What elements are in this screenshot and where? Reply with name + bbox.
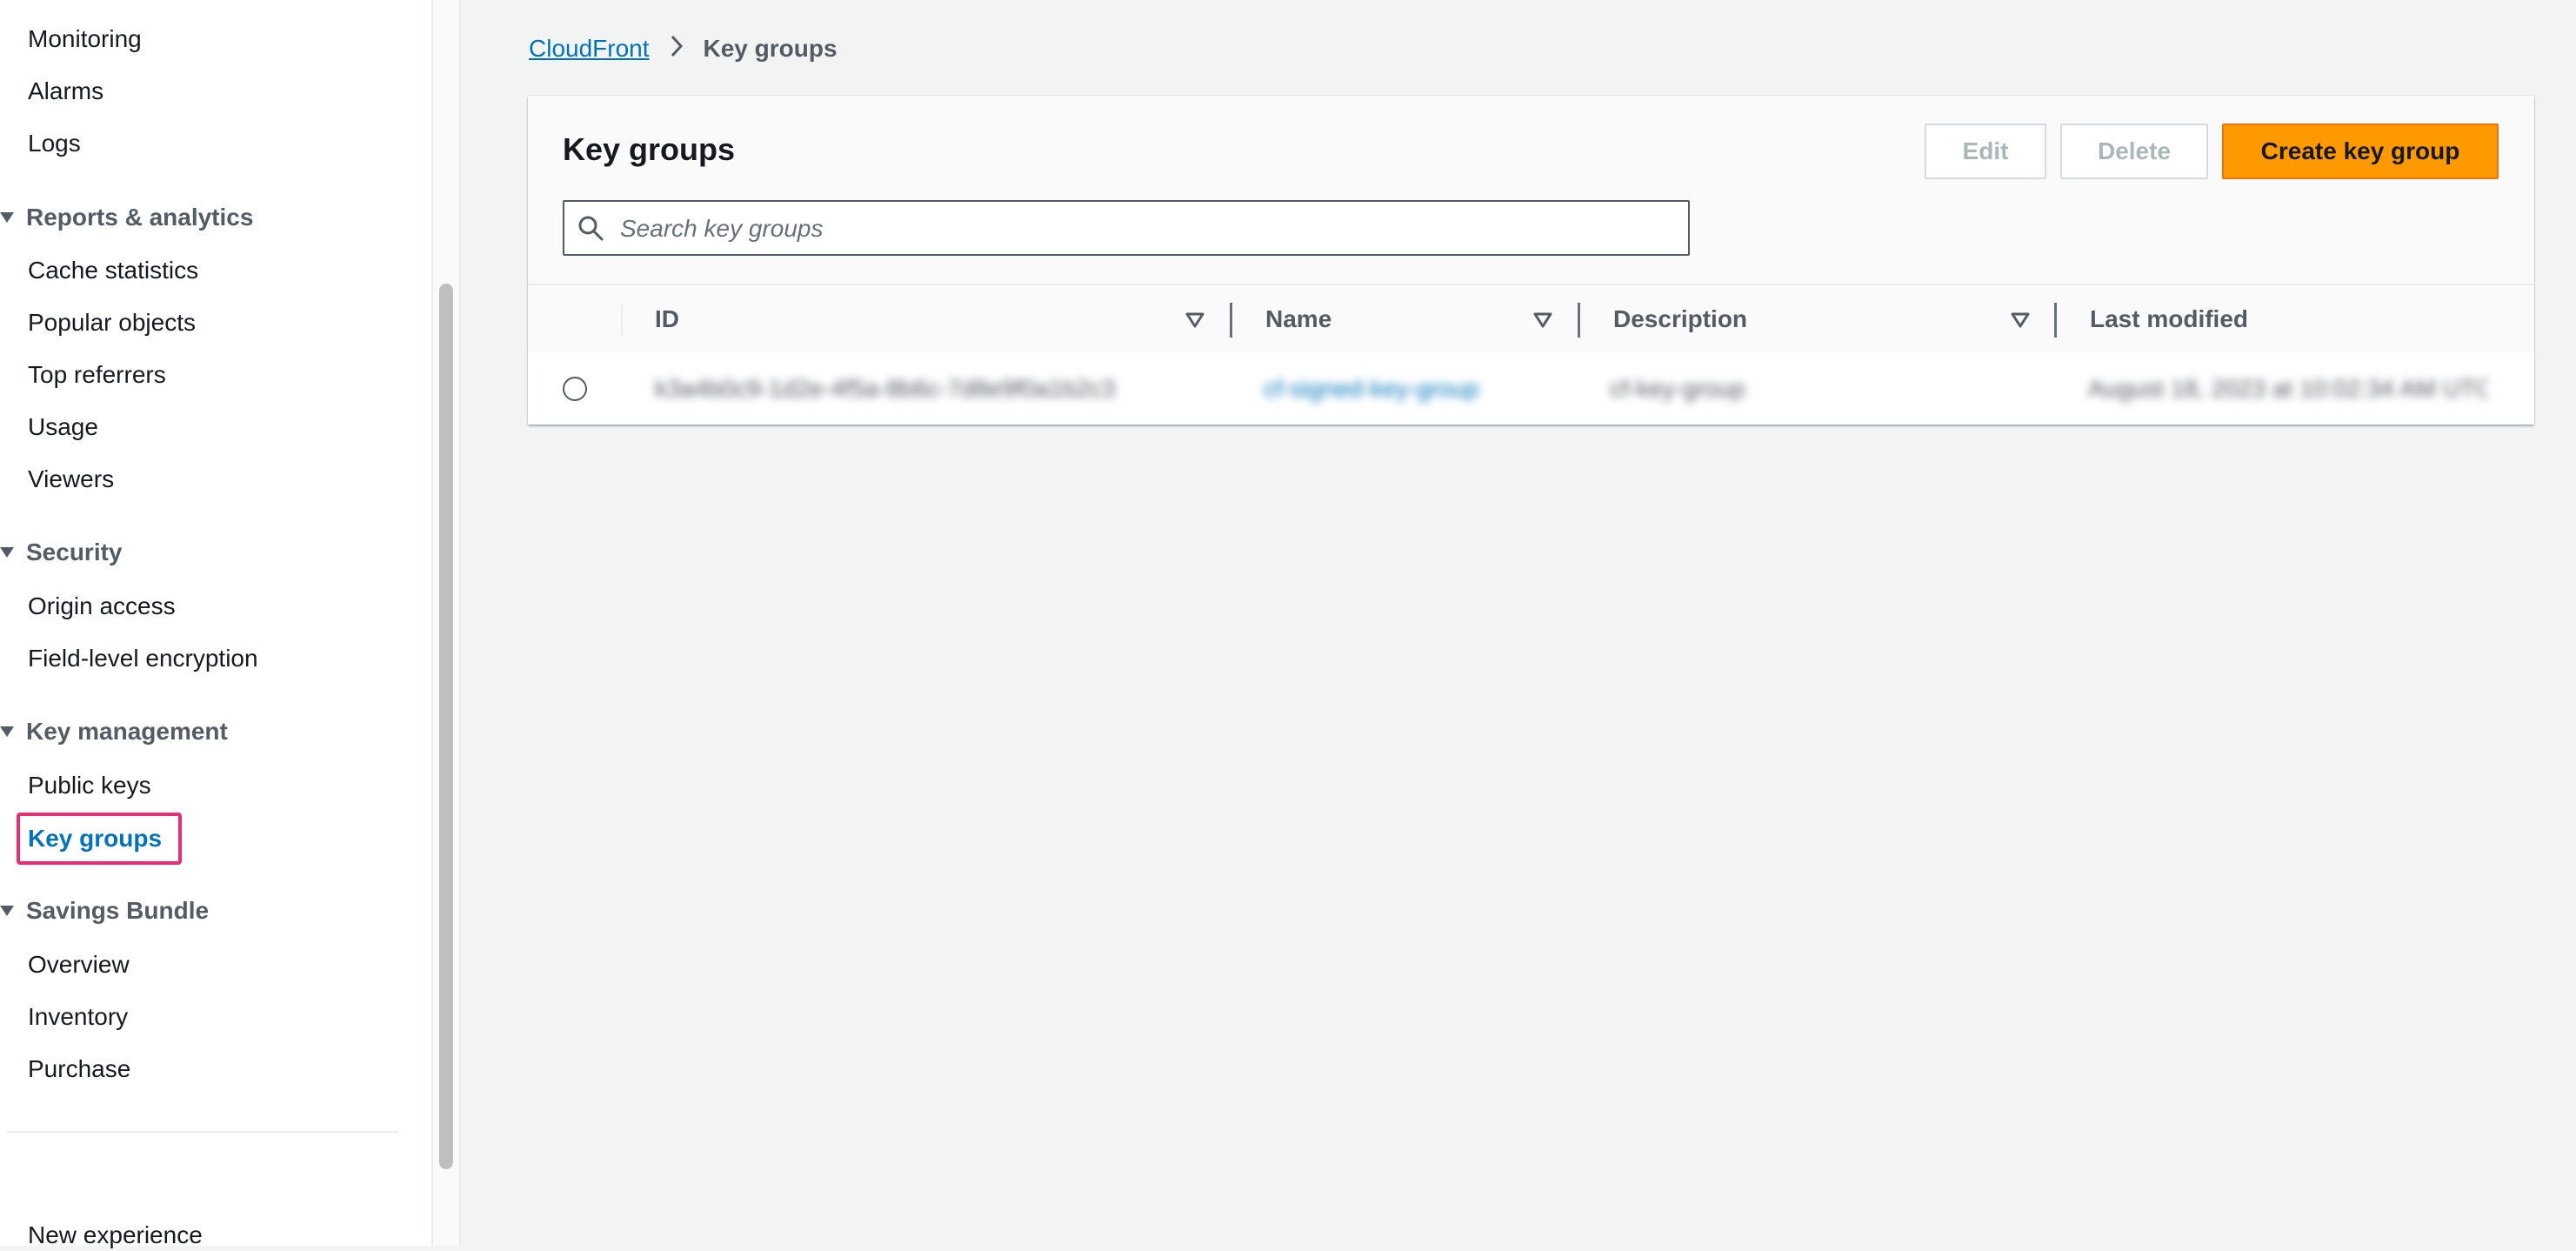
section-savings-bundle[interactable]: Savings Bundle: [0, 895, 209, 927]
search-icon: [578, 216, 604, 241]
column-resizer[interactable]: [1578, 303, 1580, 338]
breadcrumb: CloudFront Key groups: [529, 31, 838, 68]
column-divider: [621, 303, 623, 338]
caret-down-icon: [0, 726, 14, 737]
sidebar-item-monitoring[interactable]: Monitoring: [28, 23, 142, 55]
panel-header: Key groups Edit Delete Create key group: [528, 96, 2534, 285]
create-key-group-button[interactable]: Create key group: [2222, 124, 2499, 179]
row-select-radio[interactable]: [563, 377, 587, 401]
sidebar-item-top-referrers[interactable]: Top referrers: [28, 359, 166, 391]
sidebar: Monitoring Alarms Logs Reports & analyti…: [0, 0, 433, 1248]
sidebar-item-logs[interactable]: Logs: [28, 128, 81, 159]
sidebar-item-key-groups[interactable]: Key groups: [28, 823, 162, 854]
table-row[interactable]: k3a4b0c9-1d2e-4f5a-8b6c-7d8e9f0a1b2c3 cf…: [528, 353, 2534, 425]
section-reports-analytics[interactable]: Reports & analytics: [0, 202, 253, 233]
cell-id: k3a4b0c9-1d2e-4f5a-8b6c-7d8e9f0a1b2c3: [655, 375, 1116, 402]
section-key-management[interactable]: Key management: [0, 716, 228, 747]
sidebar-item-cache-statistics[interactable]: Cache statistics: [28, 255, 198, 286]
sort-icon[interactable]: [2011, 311, 2030, 329]
key-groups-panel: Key groups Edit Delete Create key group …: [528, 96, 2534, 425]
sidebar-item-inventory[interactable]: Inventory: [28, 1001, 128, 1033]
sidebar-item-viewers[interactable]: Viewers: [28, 464, 114, 495]
sidebar-item-purchase[interactable]: Purchase: [28, 1054, 130, 1085]
breadcrumb-cloudfront-link[interactable]: CloudFront: [529, 35, 650, 62]
sidebar-item-new-experience[interactable]: New experience: [28, 1220, 203, 1251]
panel-title: Key groups: [563, 131, 736, 167]
caret-down-icon: [0, 546, 14, 558]
cell-description: cf-key-group: [1610, 375, 1745, 402]
section-security[interactable]: Security: [0, 537, 123, 568]
sidebar-item-usage[interactable]: Usage: [28, 411, 98, 443]
search-input[interactable]: [618, 202, 1683, 256]
column-header-description[interactable]: Description: [1613, 285, 1747, 353]
search-box[interactable]: [563, 200, 1690, 256]
caret-down-icon: [0, 905, 14, 916]
cell-last-modified: August 18, 2023 at 10:02:34 AM UTC: [2088, 375, 2488, 402]
column-header-last-modified[interactable]: Last modified: [2090, 285, 2248, 353]
section-title: Key management: [26, 718, 228, 745]
column-resizer[interactable]: [1230, 303, 1232, 338]
sort-icon[interactable]: [1185, 311, 1205, 329]
sidebar-item-field-level-encryption[interactable]: Field-level encryption: [28, 643, 258, 674]
caret-down-icon: [0, 211, 14, 223]
sidebar-scrollbar-thumb[interactable]: [439, 284, 453, 1169]
chevron-right-icon: [669, 33, 684, 68]
edit-button[interactable]: Edit: [1925, 124, 2046, 179]
sidebar-item-origin-access[interactable]: Origin access: [28, 591, 176, 622]
sidebar-item-public-keys[interactable]: Public keys: [28, 770, 151, 801]
section-title: Reports & analytics: [26, 204, 254, 231]
delete-button[interactable]: Delete: [2060, 124, 2208, 179]
column-header-id[interactable]: ID: [655, 285, 679, 353]
breadcrumb-current: Key groups: [703, 35, 838, 62]
cell-name-link[interactable]: cf-signed-key-group: [1264, 353, 1498, 425]
section-title: Security: [26, 539, 123, 565]
sidebar-item-popular-objects[interactable]: Popular objects: [28, 307, 196, 338]
sort-icon[interactable]: [1533, 311, 1552, 329]
column-resizer[interactable]: [2054, 303, 2057, 338]
sidebar-item-alarms[interactable]: Alarms: [28, 76, 103, 107]
table-header: ID Name Description Last modified: [528, 285, 2534, 355]
sidebar-divider: [7, 1131, 398, 1133]
sidebar-item-overview[interactable]: Overview: [28, 949, 130, 980]
column-header-name[interactable]: Name: [1265, 285, 1331, 353]
section-title: Savings Bundle: [26, 897, 210, 924]
